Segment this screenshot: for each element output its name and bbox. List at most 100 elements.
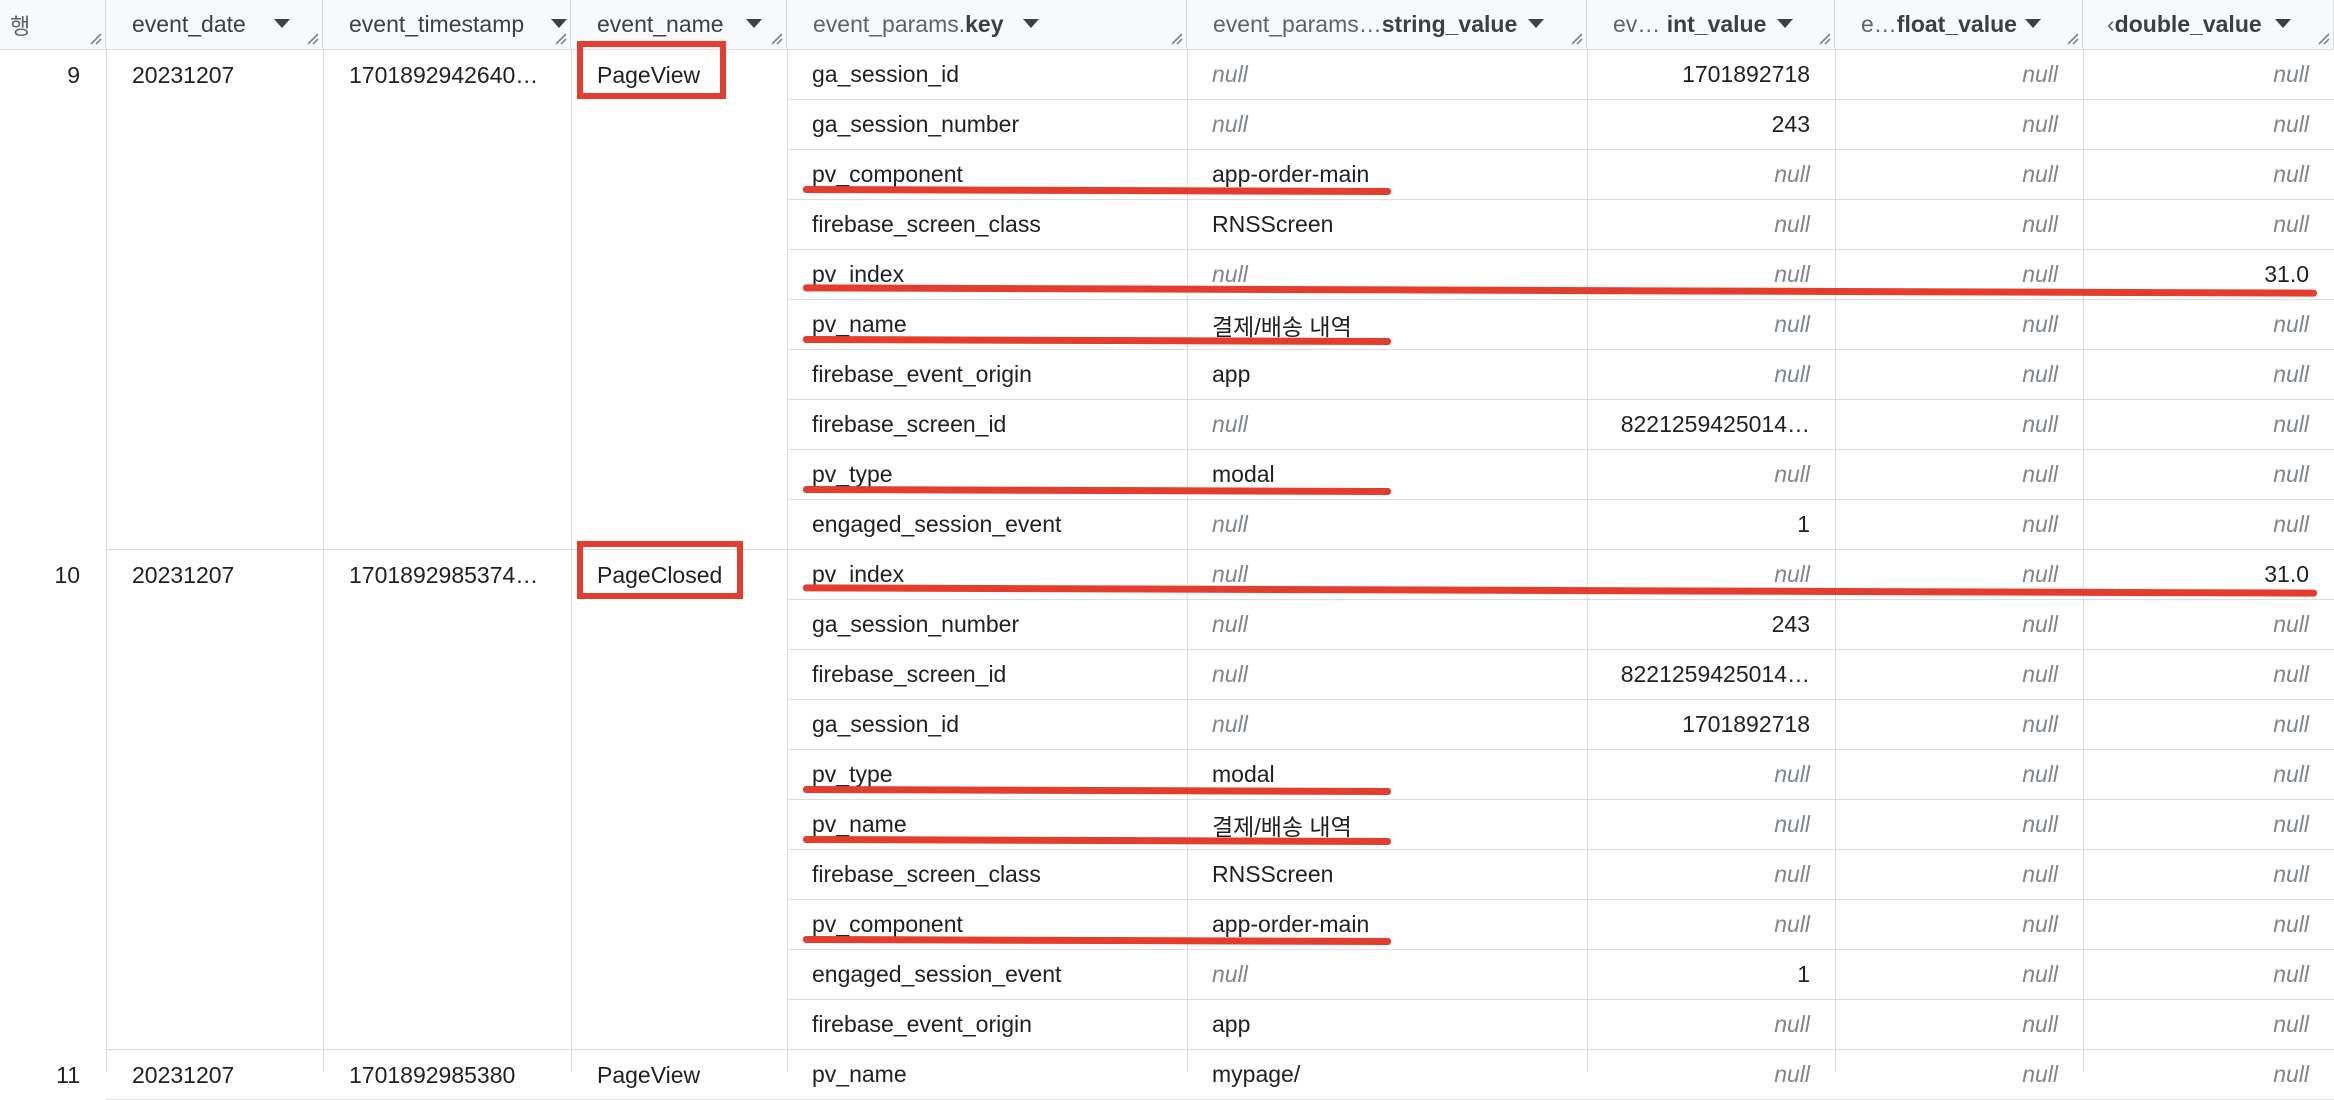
cell-param-float-value[interactable]: null	[1835, 250, 2083, 300]
cell-param-float-value[interactable]: null	[1835, 650, 2083, 700]
cell-param-float-value[interactable]: null	[1835, 450, 2083, 500]
cell-param-float-value[interactable]: null	[1835, 600, 2083, 650]
column-resize-handle-icon[interactable]	[2316, 31, 2330, 45]
cell-event-timestamp[interactable]: 1701892942640…	[323, 50, 571, 100]
cell-param-double-value[interactable]: 31.0	[2083, 550, 2334, 600]
cell-param-float-value[interactable]: null	[1835, 550, 2083, 600]
column-resize-handle-icon[interactable]	[305, 31, 319, 45]
cell-param-int-value[interactable]: 8221259425014…	[1587, 400, 1835, 450]
cell-param-key[interactable]: pv_type	[787, 450, 1187, 500]
cell-param-int-value[interactable]: null	[1587, 350, 1835, 400]
cell-param-int-value[interactable]: 1	[1587, 950, 1835, 1000]
column-resize-handle-icon[interactable]	[1169, 31, 1183, 45]
cell-param-int-value[interactable]: null	[1587, 150, 1835, 200]
cell-param-string-value[interactable]: modal	[1187, 450, 1587, 500]
cell-param-key[interactable]: pv_name	[787, 300, 1187, 350]
cell-param-double-value[interactable]: null	[2083, 950, 2334, 1000]
cell-param-float-value[interactable]: null	[1835, 400, 2083, 450]
sort-dropdown-icon[interactable]	[1777, 19, 1793, 28]
cell-param-key[interactable]: engaged_session_event	[787, 950, 1187, 1000]
cell-param-double-value[interactable]: null	[2083, 350, 2334, 400]
cell-param-string-value[interactable]: app-order-main	[1187, 150, 1587, 200]
cell-param-double-value[interactable]: null	[2083, 650, 2334, 700]
header-event-params-key[interactable]: event_params.key	[787, 0, 1187, 50]
cell-param-key[interactable]: pv_index	[787, 550, 1187, 600]
cell-event-date[interactable]: 20231207	[106, 550, 323, 600]
cell-param-key[interactable]: engaged_session_event	[787, 500, 1187, 550]
cell-event-name[interactable]: PageClosed	[571, 550, 787, 600]
cell-param-int-value[interactable]: null	[1587, 750, 1835, 800]
cell-event-date[interactable]: 20231207	[106, 1050, 323, 1100]
cell-param-key[interactable]: firebase_event_origin	[787, 1000, 1187, 1050]
column-resize-handle-icon[interactable]	[553, 31, 567, 45]
cell-param-string-value[interactable]: null	[1187, 950, 1587, 1000]
cell-param-float-value[interactable]: null	[1835, 50, 2083, 100]
cell-param-key[interactable]: firebase_screen_class	[787, 850, 1187, 900]
cell-param-int-value[interactable]: null	[1587, 1000, 1835, 1050]
cell-param-string-value[interactable]: null	[1187, 50, 1587, 100]
cell-param-key[interactable]: firebase_event_origin	[787, 350, 1187, 400]
cell-param-int-value[interactable]: 1	[1587, 500, 1835, 550]
sort-dropdown-icon[interactable]	[2025, 19, 2041, 28]
cell-param-float-value[interactable]: null	[1835, 350, 2083, 400]
cell-param-key[interactable]: ga_session_id	[787, 700, 1187, 750]
column-resize-handle-icon[interactable]	[2065, 31, 2079, 45]
header-event-name[interactable]: event_name	[571, 0, 787, 50]
cell-param-double-value[interactable]: null	[2083, 450, 2334, 500]
cell-param-int-value[interactable]: null	[1587, 550, 1835, 600]
cell-param-double-value[interactable]: null	[2083, 600, 2334, 650]
cell-param-key[interactable]: firebase_screen_id	[787, 400, 1187, 450]
cell-event-timestamp[interactable]: 1701892985374…	[323, 550, 571, 600]
cell-param-key[interactable]: pv_name	[787, 1050, 1187, 1100]
sort-dropdown-icon[interactable]	[274, 19, 290, 28]
cell-param-key[interactable]: pv_component	[787, 150, 1187, 200]
header-string-value[interactable]: event_params…string_value	[1187, 0, 1587, 50]
column-resize-handle-icon[interactable]	[1569, 31, 1583, 45]
cell-param-int-value[interactable]: null	[1587, 800, 1835, 850]
cell-param-int-value[interactable]: 1701892718	[1587, 50, 1835, 100]
cell-param-key[interactable]: pv_name	[787, 800, 1187, 850]
cell-param-float-value[interactable]: null	[1835, 850, 2083, 900]
cell-param-double-value[interactable]: null	[2083, 300, 2334, 350]
column-resize-handle-icon[interactable]	[769, 31, 783, 45]
cell-param-string-value[interactable]: mypage/	[1187, 1050, 1587, 1100]
cell-param-double-value[interactable]: null	[2083, 200, 2334, 250]
cell-param-double-value[interactable]: null	[2083, 900, 2334, 950]
cell-param-double-value[interactable]: null	[2083, 150, 2334, 200]
cell-param-float-value[interactable]: null	[1835, 900, 2083, 950]
cell-param-int-value[interactable]: 1701892718	[1587, 700, 1835, 750]
cell-param-string-value[interactable]: null	[1187, 600, 1587, 650]
sort-dropdown-icon[interactable]	[746, 19, 762, 28]
header-int-value[interactable]: ev… int_value	[1587, 0, 1835, 50]
cell-param-string-value[interactable]: app	[1187, 1000, 1587, 1050]
cell-param-int-value[interactable]: 243	[1587, 100, 1835, 150]
sort-dropdown-icon[interactable]	[2275, 19, 2291, 28]
sort-dropdown-icon[interactable]	[1528, 19, 1544, 28]
cell-param-int-value[interactable]: null	[1587, 900, 1835, 950]
cell-param-string-value[interactable]: 결제/배송 내역	[1187, 800, 1587, 850]
cell-param-double-value[interactable]: null	[2083, 700, 2334, 750]
cell-param-string-value[interactable]: null	[1187, 250, 1587, 300]
cell-param-string-value[interactable]: 결제/배송 내역	[1187, 300, 1587, 350]
sort-dropdown-icon[interactable]	[551, 19, 567, 28]
cell-param-key[interactable]: ga_session_number	[787, 600, 1187, 650]
column-resize-handle-icon[interactable]	[1817, 31, 1831, 45]
cell-param-int-value[interactable]: null	[1587, 450, 1835, 500]
header-event-date[interactable]: event_date	[106, 0, 323, 50]
cell-param-string-value[interactable]: modal	[1187, 750, 1587, 800]
cell-param-int-value[interactable]: 8221259425014…	[1587, 650, 1835, 700]
cell-param-int-value[interactable]: null	[1587, 300, 1835, 350]
cell-param-string-value[interactable]: app-order-main	[1187, 900, 1587, 950]
cell-param-key[interactable]: ga_session_number	[787, 100, 1187, 150]
cell-param-double-value[interactable]: null	[2083, 100, 2334, 150]
cell-param-key[interactable]: firebase_screen_class	[787, 200, 1187, 250]
cell-param-double-value[interactable]: null	[2083, 50, 2334, 100]
cell-param-float-value[interactable]: null	[1835, 1000, 2083, 1050]
cell-param-float-value[interactable]: null	[1835, 1050, 2083, 1100]
cell-param-string-value[interactable]: null	[1187, 650, 1587, 700]
cell-param-double-value[interactable]: null	[2083, 1050, 2334, 1100]
cell-param-string-value[interactable]: RNSScreen	[1187, 200, 1587, 250]
cell-param-int-value[interactable]: null	[1587, 1050, 1835, 1100]
cell-param-key[interactable]: pv_index	[787, 250, 1187, 300]
cell-param-int-value[interactable]: null	[1587, 250, 1835, 300]
